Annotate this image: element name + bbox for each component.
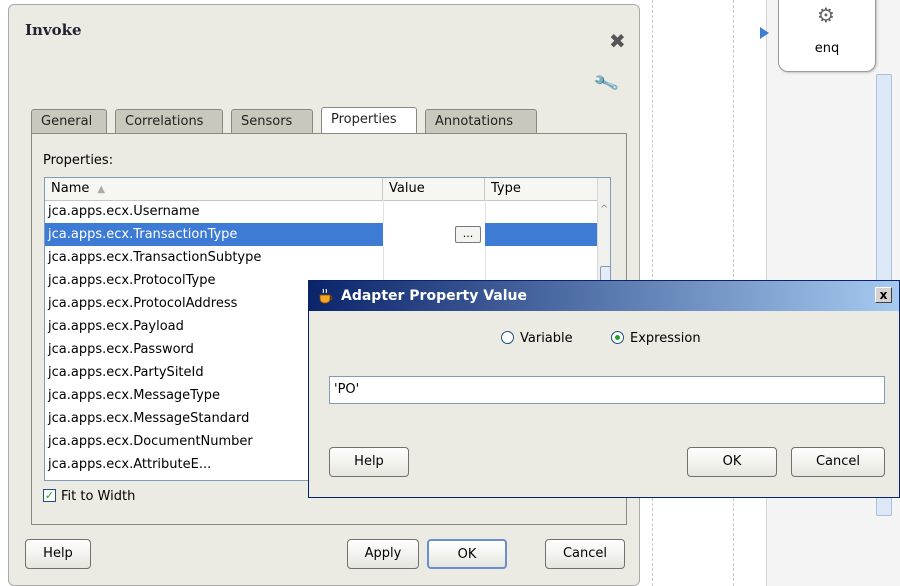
dialog-title-bar[interactable]: Adapter Property Value x [309,281,899,311]
dialog-title: Adapter Property Value [341,288,527,304]
table-row-selected[interactable]: jca.apps.ecx.TransactionType ... [45,223,597,246]
radio-variable-label: Variable [520,331,573,346]
help-button[interactable]: Help [25,539,91,569]
radio-variable-control[interactable] [501,331,514,344]
edit-value-button[interactable]: ... [455,226,481,243]
radio-expression-label: Expression [630,331,701,346]
table-row[interactable]: jca.apps.ecx.Username [45,200,597,223]
radio-expression-control[interactable] [611,331,624,344]
gear-icon: ⚙ [817,3,835,27]
tab-general[interactable]: General [31,109,107,133]
sort-ascending-icon: ▲ [97,184,106,195]
fit-to-width-option[interactable]: ✓ Fit to Width [43,489,135,505]
column-header-value[interactable]: Value [383,178,485,200]
flow-arrow [760,27,769,39]
adapter-property-value-dialog: Adapter Property Value x Variable Expres… [308,280,900,498]
column-header-type[interactable]: Type [485,178,597,200]
tab-annotations[interactable]: Annotations [425,109,537,133]
close-button[interactable]: x [875,287,892,303]
fit-to-width-checkbox[interactable]: ✓ [43,489,56,502]
cancel-button[interactable]: Cancel [545,539,625,569]
apply-button[interactable]: Apply [347,539,419,569]
tab-correlations[interactable]: Correlations [115,109,223,133]
radio-variable[interactable]: Variable [501,330,573,348]
expression-input[interactable]: 'PO' [329,376,885,404]
scroll-up-icon[interactable]: ^ [600,204,608,215]
wrench-icon[interactable]: 🔧 [592,70,620,97]
column-header-name[interactable]: Name ▲ [45,178,383,200]
cancel-button[interactable]: Cancel [791,447,885,477]
fit-to-width-label: Fit to Width [61,489,136,504]
tab-properties[interactable]: Properties [321,107,417,134]
close-icon[interactable]: ✖ [609,31,626,51]
ok-button[interactable]: OK [427,539,507,569]
help-button[interactable]: Help [329,447,409,477]
table-header: Name ▲ Value Type [45,178,597,201]
enq-activity-node[interactable]: ⚙ enq [778,0,876,72]
java-cup-icon [319,288,333,304]
tab-sensors[interactable]: Sensors [231,109,313,133]
ok-button[interactable]: OK [687,447,777,477]
table-row[interactable]: jca.apps.ecx.TransactionSubtype [45,246,597,269]
radio-expression[interactable]: Expression [611,330,701,348]
properties-label: Properties: [43,153,114,168]
dialog-title: Invoke [25,21,82,39]
node-label: enq [814,41,840,56]
